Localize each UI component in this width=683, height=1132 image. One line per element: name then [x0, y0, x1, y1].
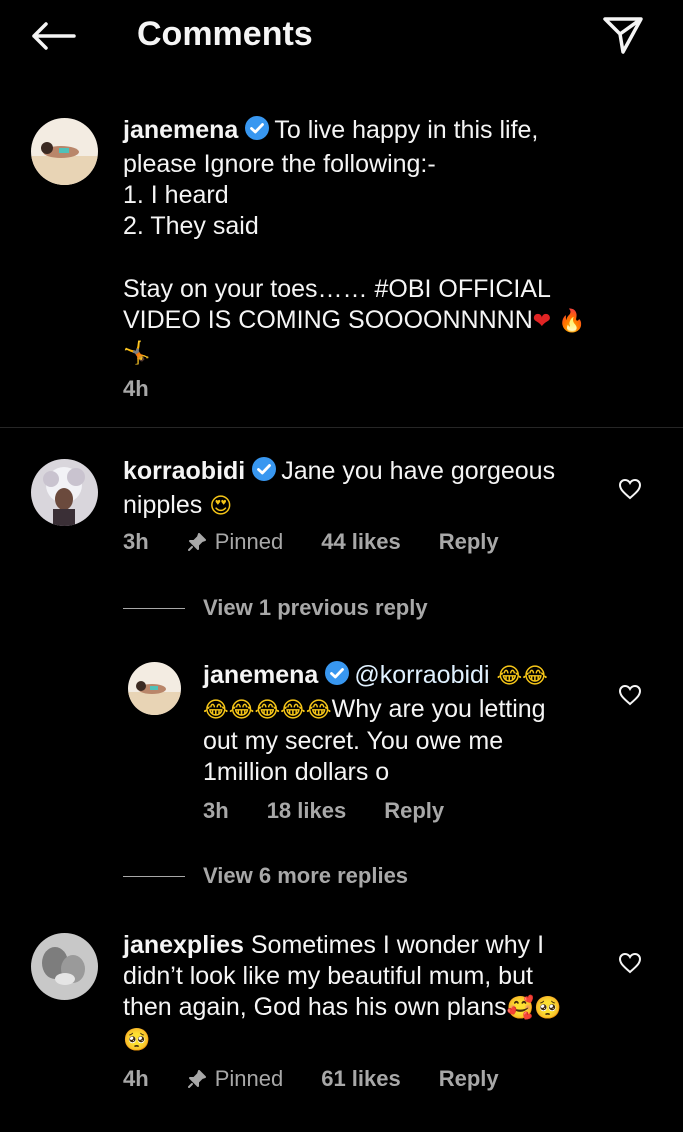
reply-button[interactable]: Reply	[439, 529, 499, 555]
page-title: Comments	[137, 15, 313, 53]
reply-button[interactable]: Reply	[384, 798, 444, 824]
reply-meta: 3h 18 likes Reply	[203, 798, 482, 824]
caption-line: VIDEO IS COMING SOOOONNNNN	[123, 306, 533, 334]
laughing-emoji-icon: 😂	[522, 664, 548, 689]
smiling-hearts-emoji-icon: 🥰	[506, 996, 534, 1021]
pinned-label: Pinned	[187, 1066, 283, 1092]
verified-badge-icon	[244, 115, 270, 149]
avatar[interactable]	[31, 118, 98, 185]
pinned-label: Pinned	[187, 529, 283, 555]
avatar[interactable]	[128, 662, 181, 715]
comment-username[interactable]: janexplies	[123, 931, 244, 959]
like-heart-icon[interactable]	[617, 950, 643, 976]
laughing-emoji-icon: 😂	[254, 698, 281, 723]
fire-emoji-icon: 🔥	[558, 309, 586, 334]
caption-meta: 4h	[123, 376, 187, 402]
caption-line: please Ignore the following:-	[123, 150, 436, 178]
avatar[interactable]	[31, 933, 98, 1000]
verified-badge-icon	[324, 660, 350, 694]
verified-badge-icon	[251, 456, 277, 490]
reply-line: out my secret. You owe me	[203, 727, 504, 755]
laughing-emoji-icon: 😂	[203, 698, 229, 723]
caption-text: janemena To live happy in this life, plea…	[123, 115, 643, 369]
caption-line: 1. I heard	[123, 181, 229, 209]
reply-line: Why are you letting	[331, 695, 546, 723]
comment-line: nipples	[123, 491, 203, 519]
timestamp: 4h	[123, 376, 149, 401]
reply-username[interactable]: janemena	[203, 661, 318, 689]
reply-line: 1million dollars o	[203, 758, 390, 786]
heart-emoji-icon: ❤	[532, 309, 552, 334]
caption-line: To live happy in this life,	[274, 116, 539, 144]
pleading-emoji-icon: 🥺	[534, 996, 562, 1021]
like-heart-icon[interactable]	[617, 476, 643, 502]
cartwheel-emoji-icon: 🤸	[123, 341, 151, 366]
laughing-emoji-icon: 😂	[496, 664, 523, 689]
comment-meta: 3h Pinned 44 likes Reply	[123, 529, 537, 555]
caption-line: 2. They said	[123, 212, 259, 240]
mention-link[interactable]: @korraobidi	[354, 661, 489, 689]
likes-count[interactable]: 18 likes	[267, 798, 347, 824]
like-heart-icon[interactable]	[617, 682, 643, 708]
comment-text: korraobidi Jane you have gorgeous nipples…	[123, 456, 603, 522]
laughing-emoji-icon: 😂	[305, 698, 332, 723]
divider	[0, 427, 683, 428]
likes-count[interactable]: 61 likes	[321, 1066, 401, 1092]
caption-username[interactable]: janemena	[123, 116, 238, 144]
comment-username[interactable]: korraobidi	[123, 457, 245, 485]
laughing-emoji-icon: 😂	[280, 698, 306, 723]
pin-icon	[187, 533, 206, 551]
reply-button[interactable]: Reply	[439, 1066, 499, 1092]
comment-line: didn’t look like my beautiful mum, but	[123, 962, 533, 990]
send-icon[interactable]	[600, 12, 646, 58]
timestamp: 3h	[203, 798, 229, 823]
view-more-replies[interactable]: View 6 more replies	[123, 863, 408, 889]
comment-text: janexplies Sometimes I wonder why I didn…	[123, 930, 613, 1056]
pleading-emoji-icon: 🥺	[123, 1028, 151, 1053]
comment-line: Jane you have gorgeous	[281, 457, 556, 485]
timestamp: 4h	[123, 1066, 149, 1091]
timestamp: 3h	[123, 529, 149, 554]
comment-line: Sometimes I wonder why I	[250, 931, 545, 959]
heart-eyes-emoji-icon: 😍	[209, 494, 233, 519]
view-previous-replies[interactable]: View 1 previous reply	[123, 595, 428, 621]
reply-text: janemena @korraobidi 😂😂 😂😂😂😂😂Why are you …	[203, 660, 603, 788]
header-bar: Comments	[0, 0, 683, 72]
laughing-emoji-icon: 😂	[228, 698, 255, 723]
pin-icon	[187, 1070, 206, 1088]
comment-line: then again, God has his own plans	[123, 993, 507, 1021]
caption-line: Stay on your toes…… #OBI OFFICIAL	[123, 275, 551, 303]
back-arrow-icon[interactable]	[28, 14, 78, 58]
comment-meta: 4h Pinned 61 likes Reply	[123, 1066, 537, 1092]
avatar[interactable]	[31, 459, 98, 526]
likes-count[interactable]: 44 likes	[321, 529, 401, 555]
